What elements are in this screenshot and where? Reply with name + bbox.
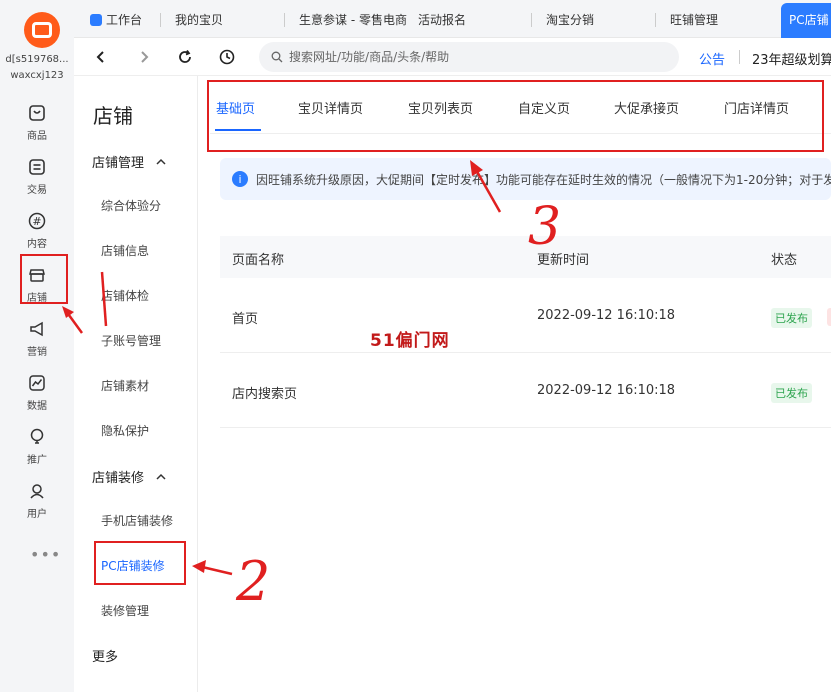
tab-taobao-distribution[interactable]: 淘宝分销 <box>531 11 594 28</box>
browser-tab-bar: 工作台 我的宝贝 生意参谋 - 零售电商 活动报名 淘宝分销 旺铺管理 PC店铺 <box>74 0 831 38</box>
tab-my-items[interactable]: 我的宝贝 <box>160 11 223 28</box>
rail-item-trade[interactable]: 交易 <box>14 152 60 200</box>
status-badge-extra <box>827 308 831 326</box>
chevron-right-icon <box>141 51 149 63</box>
chart-icon <box>27 373 47 393</box>
subnav-title: 店铺 <box>93 104 133 128</box>
tab-pc-shop-active[interactable]: PC店铺 <box>781 3 831 38</box>
forward-button[interactable] <box>134 47 154 67</box>
subnav-item-shop-check[interactable]: 店铺体检 <box>101 287 149 304</box>
rail-item-label: 用户 <box>27 508 47 520</box>
rail-item-content[interactable]: # 内容 <box>14 206 60 254</box>
tab-label: 淘宝分销 <box>546 13 595 27</box>
search-input[interactable] <box>289 50 669 64</box>
rail-item-label: 营销 <box>27 346 47 358</box>
rail-item-product[interactable]: 商品 <box>14 98 60 146</box>
main-content: 基础页 宝贝详情页 宝贝列表页 自定义页 大促承接页 门店详情页 i 因旺铺系统… <box>198 76 831 692</box>
account-name: waxcxj123 <box>10 70 64 81</box>
group-label: 店铺装修 <box>92 471 145 486</box>
tab-label: 我的宝贝 <box>175 13 224 27</box>
info-banner-text: 因旺铺系统升级原因，大促期间【定时发布】功能可能存在延时生效的情况（一般情况下为… <box>256 172 831 187</box>
left-rail: d[s519768... waxcxj123 商品 交易 # 内容 店铺 营销 … <box>0 0 74 692</box>
subnav-item-subaccount[interactable]: 子账号管理 <box>101 332 161 349</box>
page-name: 首页 <box>232 312 259 327</box>
tab-shop-management[interactable]: 旺铺管理 <box>655 11 718 28</box>
user-icon <box>27 481 47 501</box>
annotation-box-page-tabs <box>207 80 824 152</box>
refresh-icon <box>179 49 191 63</box>
update-time: 2022-09-12 16:10:18 <box>537 308 676 323</box>
shop-subnav: 店铺 店铺管理 综合体验分 店铺信息 店铺体检 子账号管理 店铺素材 隐私保护 … <box>74 76 198 692</box>
notice-link[interactable]: 公告 <box>699 49 725 68</box>
tab-business-advisor[interactable]: 生意参谋 - 零售电商 <box>284 11 407 28</box>
megaphone-icon <box>27 319 47 339</box>
svg-text:#: # <box>32 215 41 228</box>
group-shop-management[interactable]: 店铺管理 <box>92 152 166 171</box>
chevron-left-icon <box>96 51 104 63</box>
content-hash-icon: # <box>27 211 47 231</box>
app-logo-icon[interactable] <box>24 12 60 48</box>
subnav-item-mobile-decoration[interactable]: 手机店铺装修 <box>101 512 173 529</box>
rail-item-user[interactable]: 用户 <box>14 476 60 524</box>
tab-workbench[interactable]: 工作台 <box>90 11 142 28</box>
divider <box>739 50 740 64</box>
address-bar: 公告 23年超级划算 <box>74 38 831 76</box>
column-header: 状态 <box>771 253 798 268</box>
rail-item-promote[interactable]: 推广 <box>14 422 60 470</box>
tab-activity-signup[interactable]: 活动报名 <box>418 11 466 28</box>
subnav-item-privacy[interactable]: 隐私保护 <box>101 422 149 439</box>
search-box[interactable] <box>259 42 679 72</box>
account-id: d[s519768... <box>5 54 69 65</box>
group-shop-decoration[interactable]: 店铺装修 <box>92 467 166 486</box>
page-name: 店内搜索页 <box>232 387 298 402</box>
chevron-up-icon <box>156 158 166 165</box>
rail-item-label: 数据 <box>27 400 47 412</box>
more-dots-icon[interactable]: ••• <box>30 545 61 564</box>
trade-icon <box>27 157 47 177</box>
back-button[interactable] <box>91 47 111 67</box>
status-badge: 已发布 <box>771 383 812 403</box>
subnav-item-decoration-management[interactable]: 装修管理 <box>101 602 149 619</box>
tab-label: 生意参谋 - 零售电商 <box>299 13 407 27</box>
home-icon <box>90 13 102 26</box>
tab-label: 旺铺管理 <box>670 13 719 27</box>
update-time: 2022-09-12 16:10:18 <box>537 383 676 398</box>
clock-icon <box>219 49 235 65</box>
table-row[interactable]: 首页 2022-09-12 16:10:18 已发布 <box>220 278 831 353</box>
subnav-more[interactable]: 更多 <box>92 646 118 665</box>
rail-item-label: 交易 <box>27 184 47 196</box>
group-label: 店铺管理 <box>92 156 145 171</box>
rail-item-data[interactable]: 数据 <box>14 368 60 416</box>
notice-ticker[interactable]: 23年超级划算 <box>752 49 831 68</box>
chevron-up-icon <box>156 473 166 480</box>
rail-item-label: 商品 <box>27 130 47 142</box>
rail-item-label: 内容 <box>27 238 47 250</box>
app-window: d[s519768... waxcxj123 商品 交易 # 内容 店铺 营销 … <box>0 0 831 692</box>
watermark: 51偏门网 <box>370 331 450 351</box>
subnav-item-experience-score[interactable]: 综合体验分 <box>101 197 161 214</box>
table-row[interactable]: 店内搜索页 2022-09-12 16:10:18 已发布 <box>220 353 831 428</box>
column-header: 页面名称 <box>232 253 285 268</box>
table-header: 页面名称 更新时间 状态 <box>220 236 831 278</box>
info-banner: i 因旺铺系统升级原因，大促期间【定时发布】功能可能存在延时生效的情况（一般情况… <box>220 158 831 200</box>
refresh-button[interactable] <box>175 47 195 67</box>
annotation-box-pc-decoration <box>94 541 186 585</box>
bulb-icon <box>27 427 47 447</box>
rail-item-label: 推广 <box>27 454 47 466</box>
rail-item-marketing[interactable]: 营销 <box>14 314 60 362</box>
history-button[interactable] <box>217 47 237 67</box>
product-icon <box>27 103 47 123</box>
subnav-item-shop-material[interactable]: 店铺素材 <box>101 377 149 394</box>
tab-label: 工作台 <box>106 13 143 27</box>
tab-label: 活动报名 <box>418 13 467 27</box>
subnav-item-shop-info[interactable]: 店铺信息 <box>101 242 149 259</box>
search-icon <box>271 51 283 63</box>
info-icon: i <box>232 171 248 187</box>
column-header: 更新时间 <box>537 253 590 268</box>
annotation-box-shop <box>20 254 68 304</box>
status-badge: 已发布 <box>771 308 812 328</box>
